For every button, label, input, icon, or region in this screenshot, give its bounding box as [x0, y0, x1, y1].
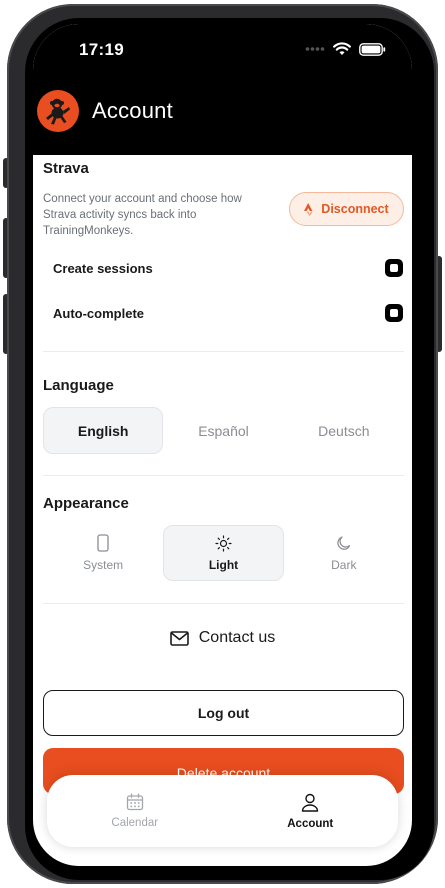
status-time: 17:19	[79, 40, 124, 59]
appearance-option-light[interactable]: Light	[163, 525, 284, 581]
create-sessions-checkbox[interactable]	[385, 259, 403, 277]
appearance-selector: System Light Dark	[43, 525, 404, 581]
tab-account-label: Account	[287, 817, 334, 830]
language-option-deutsch[interactable]: Deutsch	[284, 407, 404, 454]
calendar-icon	[126, 793, 143, 811]
toggle-row-auto-complete: Auto-complete	[53, 304, 403, 322]
strava-section-title: Strava	[43, 160, 89, 177]
log-out-button[interactable]: Log out	[43, 690, 404, 736]
battery-icon	[359, 42, 386, 56]
disconnect-button[interactable]: Disconnect	[289, 192, 404, 226]
tab-calendar-label: Calendar	[111, 817, 159, 829]
appearance-section-title: Appearance	[43, 495, 129, 512]
checkbox-mark	[390, 309, 398, 317]
app-screen: 17:19 Account Strava Connect your accoun…	[33, 24, 412, 866]
contact-us-link[interactable]: Contact us	[33, 629, 412, 647]
sun-icon	[215, 534, 232, 552]
language-option-espanol[interactable]: Español	[163, 407, 283, 454]
tab-calendar[interactable]: Calendar	[47, 775, 223, 847]
language-section-title: Language	[43, 377, 114, 394]
wifi-icon	[333, 42, 351, 55]
contact-us-label: Contact us	[198, 629, 276, 646]
create-sessions-label: Create sessions	[53, 260, 153, 276]
status-icons	[305, 42, 386, 56]
divider	[43, 351, 404, 352]
appearance-dark-label: Dark	[331, 557, 357, 572]
strava-description: Connect your account and choose how Stra…	[43, 193, 242, 237]
language-option-english[interactable]: English	[43, 407, 164, 454]
page-title: Account	[92, 98, 173, 123]
moon-icon	[337, 535, 351, 550]
bottom-tab-bar: Calendar Account	[47, 775, 398, 847]
strava-icon	[304, 202, 313, 216]
mail-icon	[169, 630, 189, 646]
auto-complete-label: Auto-complete	[53, 305, 144, 321]
top-bar: 17:19 Account	[33, 24, 412, 155]
disconnect-label: Disconnect	[321, 202, 389, 216]
checkbox-mark	[390, 264, 398, 272]
user-icon	[302, 793, 319, 812]
auto-complete-checkbox[interactable]	[385, 304, 403, 322]
appearance-option-system[interactable]: System	[43, 525, 163, 581]
signal-dots-icon	[305, 47, 325, 51]
language-selector: English Español Deutsch	[43, 407, 404, 454]
appearance-option-dark[interactable]: Dark	[284, 525, 404, 581]
divider	[43, 603, 404, 604]
app-logo	[37, 90, 79, 132]
monkey-logo-icon	[46, 98, 70, 125]
page-header: Account	[37, 90, 173, 132]
account-content: Strava Connect your account and choose h…	[33, 151, 412, 866]
toggle-row-create-sessions: Create sessions	[53, 259, 403, 277]
appearance-system-label: System	[83, 558, 124, 572]
appearance-light-label: Light	[208, 557, 239, 572]
phone-icon	[97, 534, 109, 552]
divider	[43, 475, 404, 476]
tab-account[interactable]: Account	[223, 775, 399, 847]
